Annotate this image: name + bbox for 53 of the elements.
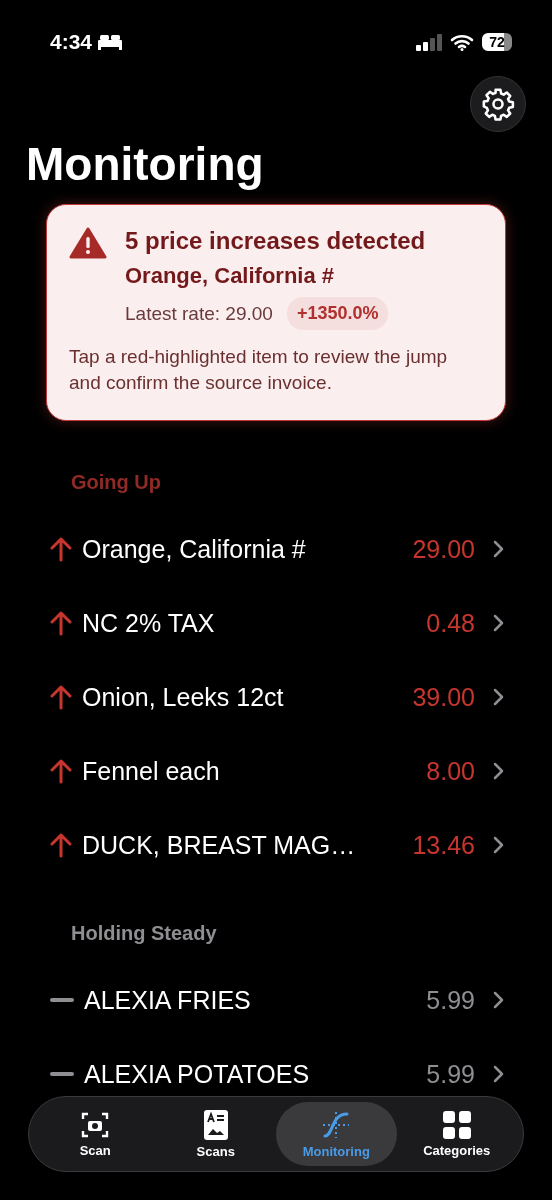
up-arrow-icon xyxy=(50,536,72,562)
warning-icon xyxy=(69,227,107,259)
item-name[interactable]: DUCK, BREAST MAG… xyxy=(82,830,413,860)
chevron-right-icon xyxy=(493,836,504,854)
item-price: 0.48 xyxy=(426,608,475,638)
alert-card[interactable]: 5 price increases detected Orange, California # Latest rate: 29.00 +1350.0% Tap a red-highlighted item to review the jump and confirm the source invoice. xyxy=(46,204,506,421)
item-price: 5.99 xyxy=(426,985,475,1015)
tab[interactable]: Scans xyxy=(155,1102,276,1166)
chevron-right-icon xyxy=(493,540,504,558)
item-name[interactable]: Orange, California # xyxy=(82,534,413,564)
alert-item-name: Orange, California # xyxy=(125,263,336,289)
item-name[interactable]: ALEXIA FRIES xyxy=(84,985,427,1015)
wifi-icon xyxy=(450,33,474,51)
item-price: 5.99 xyxy=(426,1059,475,1089)
tab[interactable]: Categories xyxy=(396,1102,517,1166)
settings-button[interactable] xyxy=(470,76,526,132)
item-price: 39.00 xyxy=(412,682,475,712)
battery-level: 72 xyxy=(482,33,512,51)
camera-icon xyxy=(81,1110,110,1139)
document-icon xyxy=(203,1109,228,1140)
up-arrow-icon xyxy=(50,758,72,784)
page-title: Monitoring xyxy=(26,137,265,192)
item-price: 13.46 xyxy=(412,830,475,860)
change-badge: +1350.0% xyxy=(286,297,389,330)
chevron-right-icon xyxy=(493,614,504,632)
item-price: 8.00 xyxy=(426,756,475,786)
status-time: 4:34 xyxy=(50,30,93,54)
tab[interactable]: Scan xyxy=(35,1102,156,1166)
chevron-right-icon xyxy=(493,1065,504,1083)
dash-icon xyxy=(50,998,74,1002)
bed-icon xyxy=(98,34,123,50)
dash-icon xyxy=(50,1072,74,1076)
grid-icon xyxy=(442,1110,471,1139)
alert-hint: Tap a red-highlighted item to review the jump and confirm the source invoice. xyxy=(69,345,449,395)
item-name[interactable]: Fennel each xyxy=(82,756,427,786)
alert-headline: 5 price increases detected xyxy=(125,227,426,255)
chevron-right-icon xyxy=(493,991,504,1009)
curve-icon xyxy=(321,1109,352,1140)
up-arrow-icon xyxy=(50,832,72,858)
item-name[interactable]: ALEXIA POTATOES xyxy=(84,1059,427,1089)
up-arrow-icon xyxy=(50,610,72,636)
section-header: Holding Steady xyxy=(70,922,218,945)
item-name[interactable]: NC 2% TAX xyxy=(82,608,427,638)
up-arrow-icon xyxy=(50,684,72,710)
item-price: 29.00 xyxy=(412,534,475,564)
tab[interactable]: Monitoring xyxy=(276,1102,397,1166)
settings-icon xyxy=(481,87,515,121)
section-header: Going Up xyxy=(70,471,162,494)
signal-icon xyxy=(416,33,442,51)
chevron-right-icon xyxy=(493,762,504,780)
chevron-right-icon xyxy=(493,688,504,706)
item-name[interactable]: Onion, Leeks 12ct xyxy=(82,682,413,712)
latest-rate: Latest rate: 29.00 xyxy=(125,302,273,325)
